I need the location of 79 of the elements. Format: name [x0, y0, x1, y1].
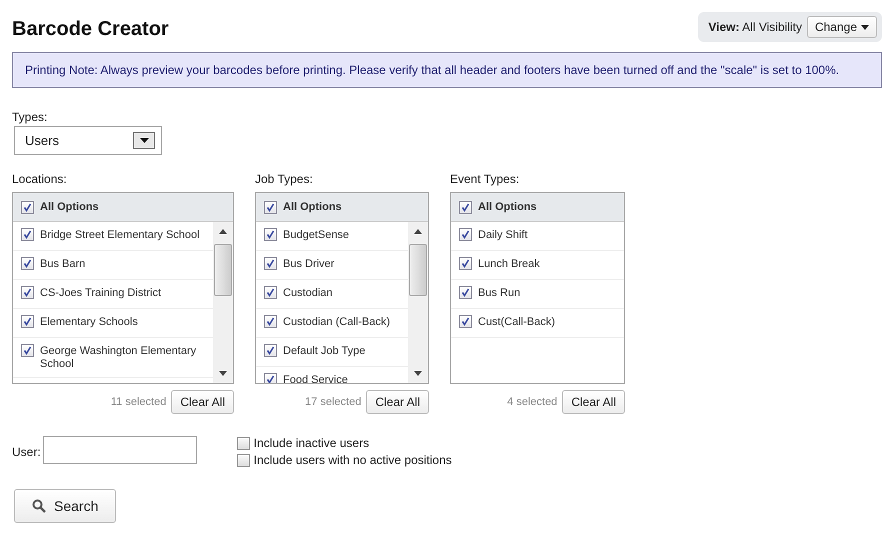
option-label: CS-Joes Training District: [40, 286, 162, 300]
option-row[interactable]: Lunch Break: [451, 251, 624, 280]
option-label: Food Service: [283, 373, 348, 383]
checkbox[interactable]: [264, 373, 277, 383]
scroll-down-icon[interactable]: [414, 371, 422, 376]
option-label: Cust(Call-Back): [478, 315, 556, 329]
types-label: Types:: [12, 110, 48, 124]
all-options-label: All Options: [283, 201, 342, 213]
option-checkbox[interactable]: Include users with no active positions: [236, 453, 452, 467]
checkbox[interactable]: [21, 228, 34, 241]
checkbox[interactable]: [21, 344, 34, 357]
option-checkbox[interactable]: Include inactive users: [236, 436, 452, 450]
checkbox[interactable]: [264, 315, 277, 328]
option-label: Custodian: [283, 286, 333, 300]
checkbox[interactable]: [459, 315, 472, 328]
checkbox[interactable]: [459, 257, 472, 270]
user-label: User:: [12, 445, 41, 459]
option-row[interactable]: Bus Run: [451, 280, 624, 309]
option-label: Daily Shift: [478, 228, 528, 242]
clear-all-button[interactable]: Clear All: [562, 390, 625, 414]
option-row[interactable]: Custodian: [256, 280, 408, 309]
caret-icon: [133, 132, 155, 149]
option-row[interactable]: Default Job Type: [256, 338, 408, 367]
option-row[interactable]: Bus Barn: [13, 251, 213, 280]
checkbox[interactable]: [264, 286, 277, 299]
list-label: Job Types:: [255, 172, 314, 186]
option-label: Bus Barn: [40, 257, 86, 271]
option-row[interactable]: Elementary Schools: [13, 309, 213, 338]
option-label: Elementary Schools: [40, 315, 138, 329]
all-options-label: All Options: [478, 201, 537, 213]
option-row[interactable]: CS-Joes Training District: [13, 280, 213, 309]
option-label: Bridge Street Elementary School: [40, 228, 200, 242]
clear-all-button[interactable]: Clear All: [171, 390, 234, 414]
types-dropdown[interactable]: Users: [14, 126, 162, 155]
option-label: Default Job Type: [283, 344, 366, 358]
option-row[interactable]: BudgetSense: [256, 222, 408, 251]
list-label: Locations:: [12, 172, 68, 186]
option-label: Lunch Break: [478, 257, 540, 271]
checkbox[interactable]: [264, 344, 277, 357]
checkbox[interactable]: [21, 200, 34, 214]
page-title: Barcode Creator: [12, 16, 169, 40]
option-label: BudgetSense: [283, 228, 350, 242]
caret-icon: [861, 24, 869, 30]
checkbox[interactable]: [264, 228, 277, 241]
selected-count: 4 selected: [507, 396, 558, 408]
all-options-label: All Options: [40, 201, 99, 213]
option-row[interactable]: Cust(Call-Back): [451, 309, 624, 338]
checkbox[interactable]: [459, 286, 472, 299]
option-row[interactable]: Custodian (Call-Back): [256, 309, 408, 338]
option-row[interactable]: Daily Shift: [451, 222, 624, 251]
printing-note: Printing Note: Always preview your barcodes before printing. Please verify that all header and footers have been turned off and the "scale" is set to 100%.: [12, 52, 882, 88]
search-icon: [32, 499, 46, 513]
change-button[interactable]: Change: [806, 16, 877, 38]
view-label: View: All Visibility: [708, 20, 802, 34]
option-label: Bus Driver: [283, 257, 334, 271]
scroll-down-icon[interactable]: [219, 371, 227, 376]
checkbox[interactable]: [21, 315, 34, 328]
scroll-up-icon[interactable]: [414, 229, 422, 234]
option-label: Custodian (Call-Back): [283, 315, 390, 329]
checkbox[interactable]: [264, 257, 277, 270]
checkbox[interactable]: [459, 228, 472, 241]
scrollbar[interactable]: [213, 222, 233, 383]
selected-count: 17 selected: [305, 396, 362, 408]
checkbox[interactable]: [459, 200, 472, 214]
checkbox[interactable]: [21, 257, 34, 270]
checkbox[interactable]: [264, 200, 277, 214]
option-row[interactable]: Bridge Street Elementary School: [13, 222, 213, 251]
option-label: Bus Run: [478, 286, 520, 300]
user-input-field[interactable]: [42, 436, 197, 464]
scrollbar[interactable]: [408, 222, 428, 383]
list-label: Event Types:: [450, 172, 520, 186]
clear-all-button[interactable]: Clear All: [366, 390, 429, 414]
option-label: George Washington Elementary School: [40, 344, 198, 371]
search-button[interactable]: Search: [14, 489, 116, 523]
selected-count: 11 selected: [110, 396, 166, 408]
scroll-up-icon[interactable]: [219, 229, 227, 234]
option-row[interactable]: Bus Driver: [256, 251, 408, 280]
option-row[interactable]: George Washington Elementary School: [13, 338, 213, 378]
checkbox[interactable]: [21, 286, 34, 299]
